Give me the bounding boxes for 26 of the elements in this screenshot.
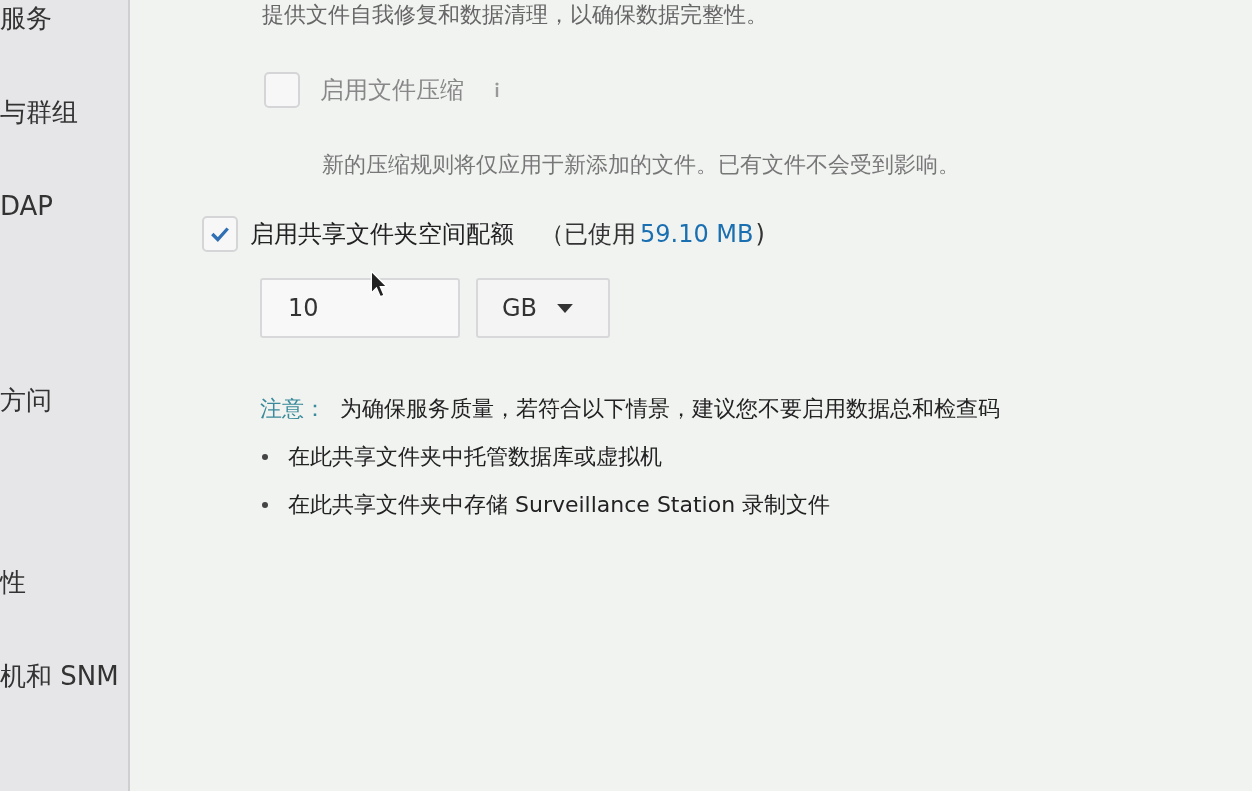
checkbox[interactable]: [264, 72, 300, 108]
option-description: 新的压缩规则将仅应用于新添加的文件。已有文件不会受到影响。: [322, 151, 961, 179]
bullet-dot-icon: [262, 454, 268, 460]
option-label: 启用文件压缩: [320, 75, 464, 106]
option-label: 启用共享文件夹空间配额: [250, 219, 514, 250]
description-text: 提供文件自我修复和数据清理，以确保数据完整性。: [262, 1, 769, 29]
quota-input-field[interactable]: 10: [260, 278, 460, 338]
usage-paren: ): [755, 220, 765, 248]
info-icon[interactable]: [494, 82, 500, 98]
bullet-text: 在此共享文件夹中存储 Surveillance Station 录制文件: [288, 491, 831, 519]
sidebar-item[interactable]: 方问: [0, 382, 52, 468]
mouse-pointer-icon: [370, 270, 388, 298]
sidebar-item[interactable]: 服务: [0, 0, 52, 94]
note-text: 为确保服务质量，若符合以下情景，建议您不要启用数据总和检查码: [340, 395, 1000, 423]
usage-value: 59.10 MB: [640, 220, 754, 248]
caret-icon: [557, 303, 574, 313]
checkbox[interactable]: [202, 216, 238, 252]
unit-dropdown[interactable]: GB: [476, 278, 610, 338]
sidebar-item[interactable]: 性: [0, 564, 26, 658]
sidebar-item[interactable]: 与群组: [0, 94, 78, 188]
bullet-dot-icon: [262, 502, 268, 508]
sidebar-item[interactable]: 机和 SNM: [0, 658, 119, 752]
usage-label: （已使用: [540, 219, 636, 250]
note-label: 注意：: [260, 395, 326, 423]
sidebar-item[interactable]: DAP: [0, 188, 54, 282]
bullet-text: 在此共享文件夹中托管数据库或虚拟机: [288, 443, 662, 471]
